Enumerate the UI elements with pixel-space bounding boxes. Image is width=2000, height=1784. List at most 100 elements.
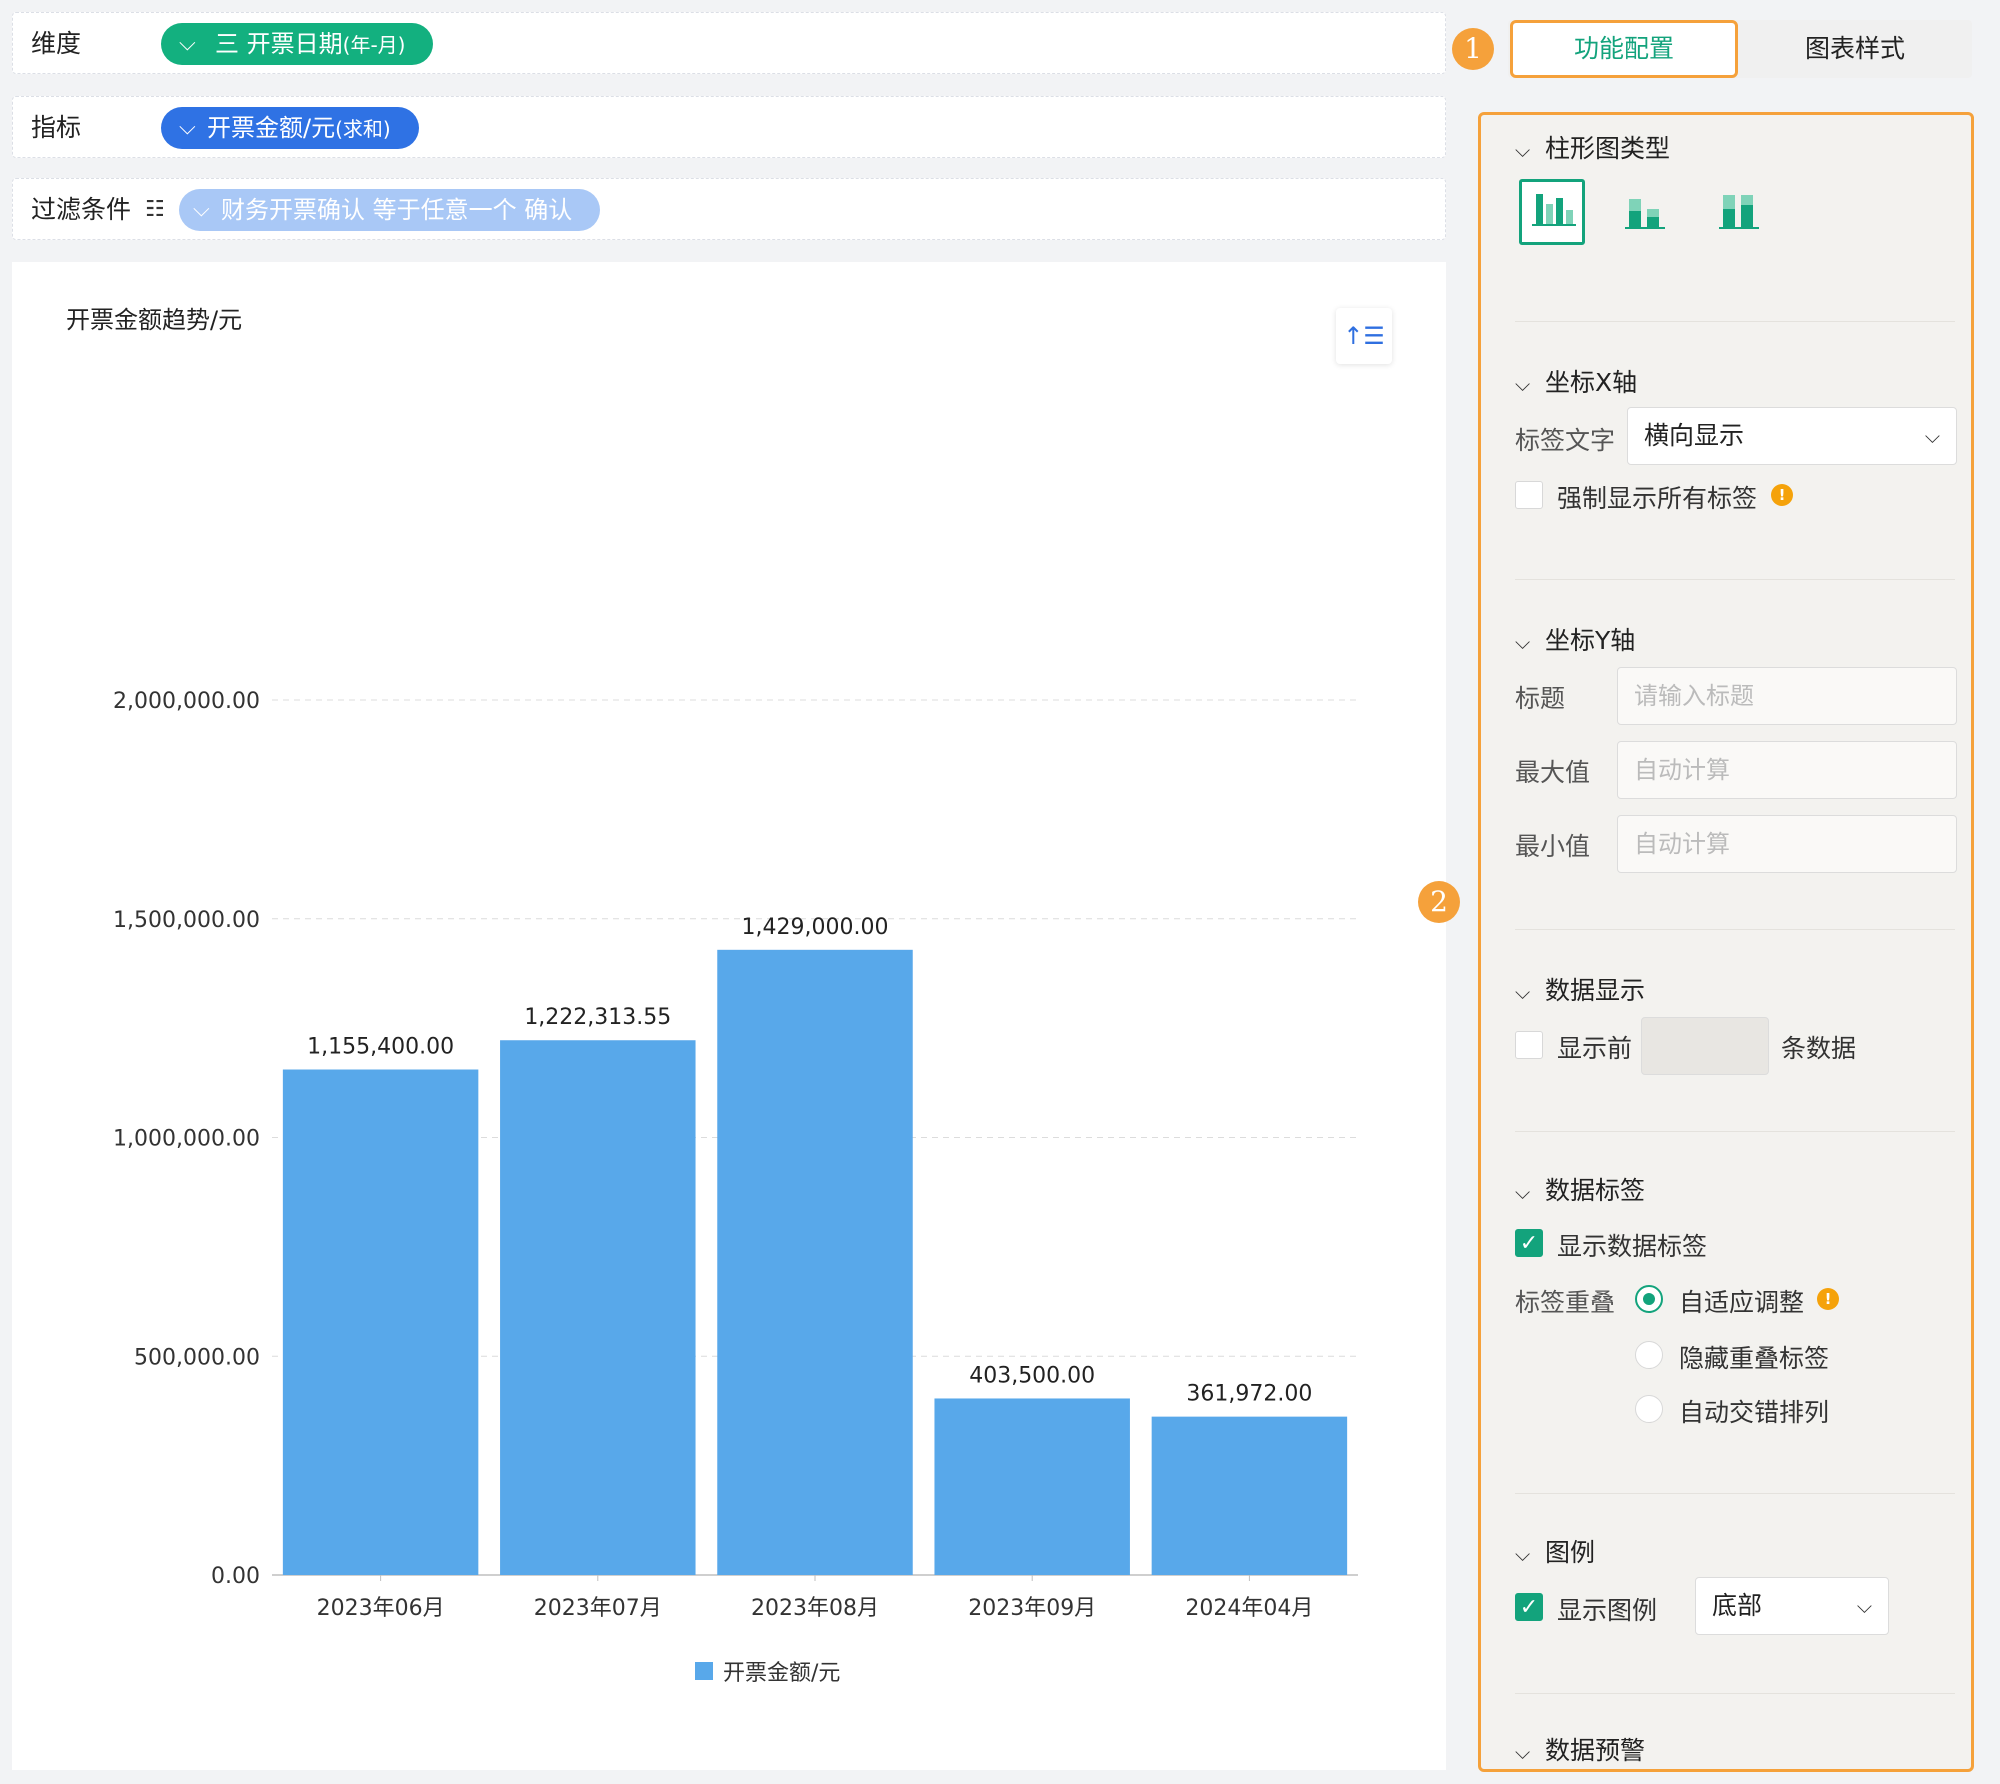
chevron-down-icon: ⌵ [179, 115, 196, 140]
y-tick-label: 0.00 [211, 1564, 260, 1589]
data-label: 1,155,400.00 [307, 1035, 454, 1060]
divider [1515, 579, 1955, 580]
chevron-down-icon: ⌵ [1515, 1740, 1531, 1764]
stacked-bar-type-icon[interactable] [1613, 179, 1679, 245]
dimension-label: 维度 [31, 29, 82, 58]
radio-hide-overlap-label: 隐藏重叠标签 [1679, 1344, 1830, 1373]
show-legend-checkbox[interactable]: ✓ [1515, 1593, 1543, 1621]
chevron-down-icon: ⌵ [1515, 1180, 1531, 1204]
x-tick-label: 2023年09月 [968, 1596, 1096, 1621]
rows-suffix-label: 条数据 [1781, 1034, 1857, 1063]
bar [282, 1069, 479, 1575]
top-count-input[interactable] [1641, 1017, 1769, 1075]
dimension-chip-icon: 三 [215, 30, 239, 58]
legend-position-select[interactable]: 底部 ⌵ [1695, 1577, 1889, 1635]
chevron-down-icon: ⌵ [193, 197, 210, 222]
show-top-checkbox[interactable] [1515, 1031, 1543, 1059]
x-tick-label: 2023年07月 [534, 1596, 662, 1621]
y-tick-label: 1,000,000.00 [113, 1127, 260, 1152]
show-legend-label: 显示图例 [1557, 1596, 1658, 1625]
bar [500, 1040, 696, 1575]
section-x-axis-title: 坐标X轴 [1545, 368, 1638, 397]
x-tick-label: 2023年06月 [317, 1596, 445, 1621]
chevron-down-icon: ⌵ [1515, 372, 1531, 396]
legend-label: 开票金额/元 [723, 1661, 840, 1686]
y-max-input[interactable]: 自动计算 [1617, 741, 1957, 799]
dimension-chip-suffix: (年-月) [342, 33, 406, 57]
annotation-badge-1: 1 [1452, 28, 1494, 70]
panel-tabs: 功能配置 图表样式 [1508, 20, 1972, 78]
section-legend[interactable]: ⌵ 图例 [1515, 1533, 1595, 1569]
data-label: 361,972.00 [1186, 1382, 1312, 1407]
section-x-axis[interactable]: ⌵ 坐标X轴 [1515, 363, 1637, 399]
section-y-axis-title: 坐标Y轴 [1545, 626, 1636, 655]
percent-stacked-bar-type-icon[interactable] [1707, 179, 1773, 245]
section-y-axis[interactable]: ⌵ 坐标Y轴 [1515, 621, 1635, 657]
tab-chart-style[interactable]: 图表样式 [1742, 20, 1968, 78]
chevron-down-icon: ⌵ [1515, 1542, 1531, 1566]
metric-label: 指标 [31, 113, 82, 142]
metric-chip-suffix: (求和) [335, 117, 391, 141]
metric-chip-text: 开票金额/元 [207, 114, 336, 142]
radio-stagger[interactable] [1635, 1395, 1663, 1423]
tab-function-config[interactable]: 功能配置 [1510, 20, 1738, 78]
section-data-display[interactable]: ⌵ 数据显示 [1515, 971, 1645, 1007]
divider [1515, 929, 1955, 930]
section-bar-type[interactable]: ⌵ 柱形图类型 [1515, 129, 1670, 165]
bar [934, 1398, 1130, 1575]
y-title-input[interactable]: 请输入标题 [1617, 667, 1957, 725]
x-tick-label: 2024年04月 [1185, 1596, 1313, 1621]
section-data-labels[interactable]: ⌵ 数据标签 [1515, 1171, 1645, 1207]
section-bar-type-title: 柱形图类型 [1545, 134, 1671, 163]
warning-info-icon[interactable]: ! [1771, 484, 1793, 506]
filter-label: 过滤条件 [31, 195, 132, 224]
dimension-chip[interactable]: ⌵ 三 开票日期(年-月) [161, 23, 434, 65]
section-data-labels-title: 数据标签 [1545, 1176, 1646, 1205]
y-min-input[interactable]: 自动计算 [1617, 815, 1957, 873]
x-label-text-label: 标签文字 [1515, 426, 1616, 455]
metric-row: 指标 ⌵ 开票金额/元(求和) [12, 96, 1446, 158]
warning-info-icon[interactable]: ! [1817, 1288, 1839, 1310]
chevron-down-icon: ⌵ [1924, 424, 1940, 448]
section-data-warning[interactable]: ⌵ 数据预警 [1515, 1731, 1645, 1767]
metric-chip[interactable]: ⌵ 开票金额/元(求和) [161, 107, 419, 149]
chevron-down-icon: ⌵ [1856, 1594, 1872, 1618]
y-min-label: 最小值 [1515, 832, 1591, 861]
section-legend-title: 图例 [1545, 1538, 1596, 1567]
dimension-chip-text: 开票日期 [246, 30, 343, 58]
legend-position-value: 底部 [1712, 1591, 1763, 1620]
divider [1515, 1131, 1955, 1132]
bar-chart: 0.00 500,000.00 1,000,000.00 1,500,000.00 2,… [113, 689, 1358, 1686]
show-data-labels-label: 显示数据标签 [1557, 1232, 1708, 1261]
annotation-badge-2: 2 [1418, 881, 1460, 923]
radio-hide-overlap[interactable] [1635, 1341, 1663, 1369]
label-overlap-label: 标签重叠 [1515, 1288, 1616, 1317]
filter-chip[interactable]: ⌵ 财务开票确认 等于任意一个 确认 [179, 189, 601, 231]
chart-panel: 开票金额趋势/元 ↑☰ 0.00 500,000.00 1,000,000.00 1,… [12, 262, 1446, 1770]
legend-swatch [695, 1662, 713, 1680]
y-max-label: 最大值 [1515, 758, 1591, 787]
x-label-direction-value: 横向显示 [1644, 421, 1745, 450]
filter-list-icon[interactable]: ☷ [145, 179, 165, 241]
chevron-down-icon: ⌵ [1515, 630, 1531, 654]
x-label-direction-select[interactable]: 横向显示 ⌵ [1627, 407, 1957, 465]
radio-adaptive-label: 自适应调整 [1679, 1288, 1805, 1317]
filter-chip-text: 财务开票确认 等于任意一个 确认 [221, 196, 573, 224]
divider [1515, 321, 1955, 322]
section-data-warning-title: 数据预警 [1545, 1736, 1646, 1765]
grouped-bar-type-icon[interactable] [1519, 179, 1585, 245]
data-label: 1,222,313.55 [524, 1005, 671, 1030]
settings-panel: ⌵ 柱形图类型 ⌵ 坐标X轴 标签文字 横向显示 ⌵ 强制显示所有标签 ! ⌵ 坐标Y… [1478, 112, 1974, 1772]
dimension-row: 维度 ⌵ 三 开票日期(年-月) [12, 12, 1446, 74]
y-tick-label: 2,000,000.00 [113, 689, 260, 714]
radio-adaptive[interactable] [1635, 1285, 1663, 1313]
divider [1515, 1693, 1955, 1694]
show-top-label: 显示前 [1557, 1034, 1633, 1063]
chevron-down-icon: ⌵ [1515, 980, 1531, 1004]
show-data-labels-checkbox[interactable]: ✓ [1515, 1229, 1543, 1257]
force-all-labels-label: 强制显示所有标签 [1557, 484, 1758, 513]
force-all-labels-checkbox[interactable] [1515, 481, 1543, 509]
y-title-label: 标题 [1515, 684, 1566, 713]
data-label: 1,429,000.00 [742, 915, 889, 940]
x-tick-label: 2023年08月 [751, 1596, 879, 1621]
